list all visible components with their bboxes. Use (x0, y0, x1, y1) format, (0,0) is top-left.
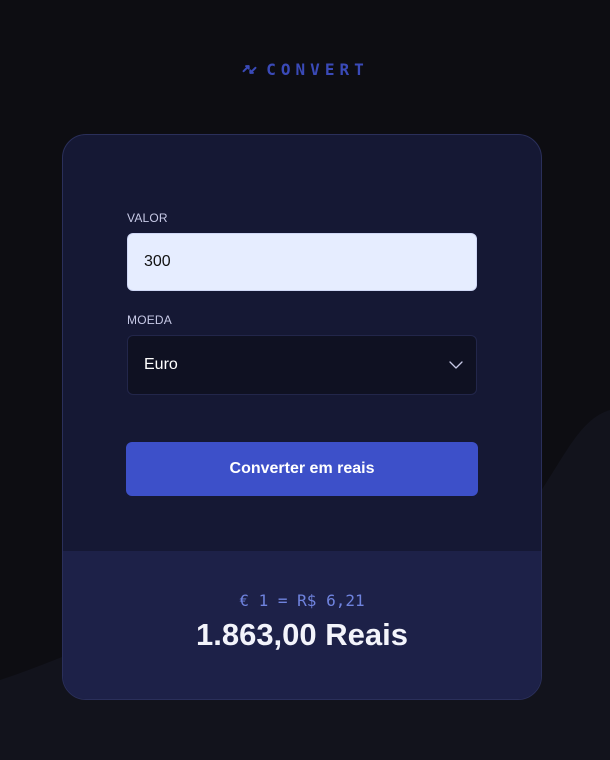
currency-label: MOEDA (127, 313, 173, 327)
brand-name: CONVERT (266, 60, 369, 79)
convert-button[interactable]: Converter em reais (126, 442, 478, 496)
currency-select[interactable]: Euro (127, 335, 477, 395)
brand-logo: CONVERT (0, 60, 610, 79)
chevron-down-icon (449, 361, 463, 369)
amount-input[interactable] (127, 233, 477, 291)
converter-form: VALOR MOEDA Euro Converter em reais (63, 135, 541, 551)
result-panel: € 1 = R$ 6,21 1.863,00 Reais (63, 551, 541, 699)
currency-selected-value: Euro (144, 356, 178, 373)
swap-arrows-icon (242, 65, 257, 74)
converted-total: 1.863,00 Reais (195, 617, 408, 652)
amount-label: VALOR (127, 211, 168, 225)
converter-card: VALOR MOEDA Euro Converter em reais € 1 … (62, 134, 542, 700)
exchange-rate: € 1 = R$ 6,21 (239, 591, 365, 610)
